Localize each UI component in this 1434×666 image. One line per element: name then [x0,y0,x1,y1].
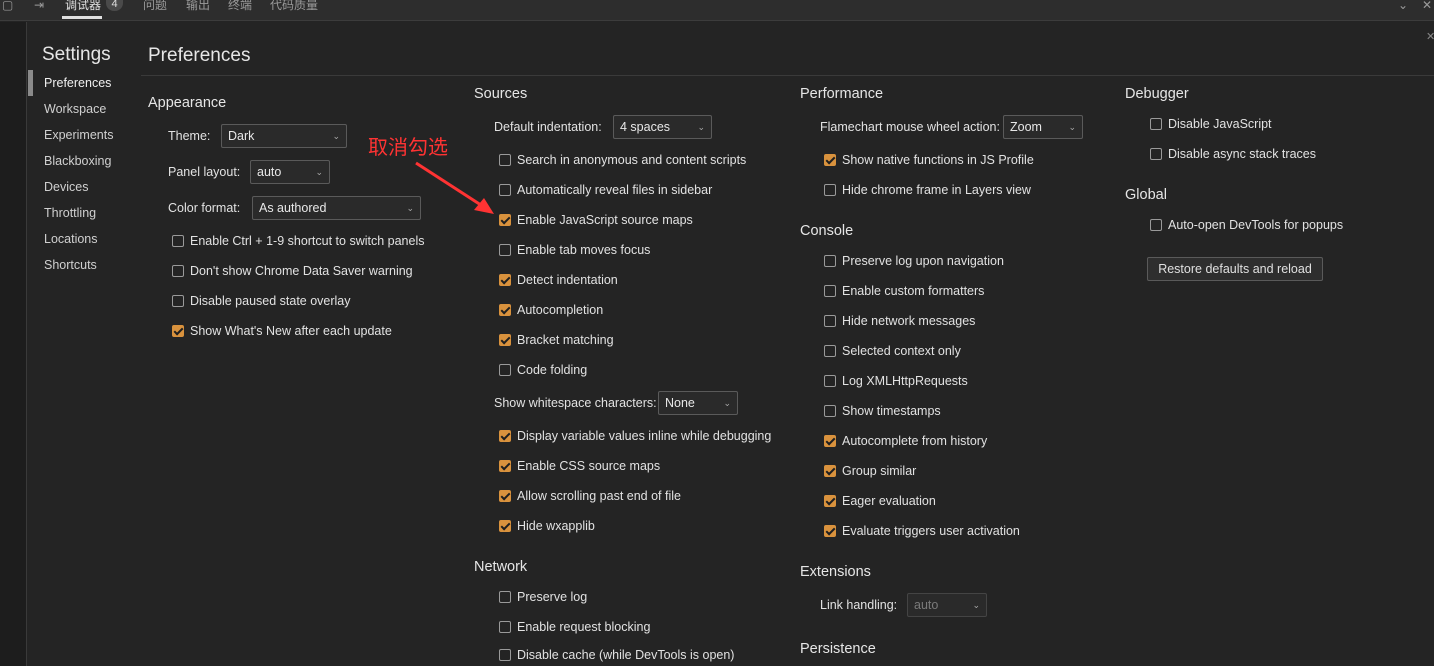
annotation-arrow-icon [415,161,494,214]
